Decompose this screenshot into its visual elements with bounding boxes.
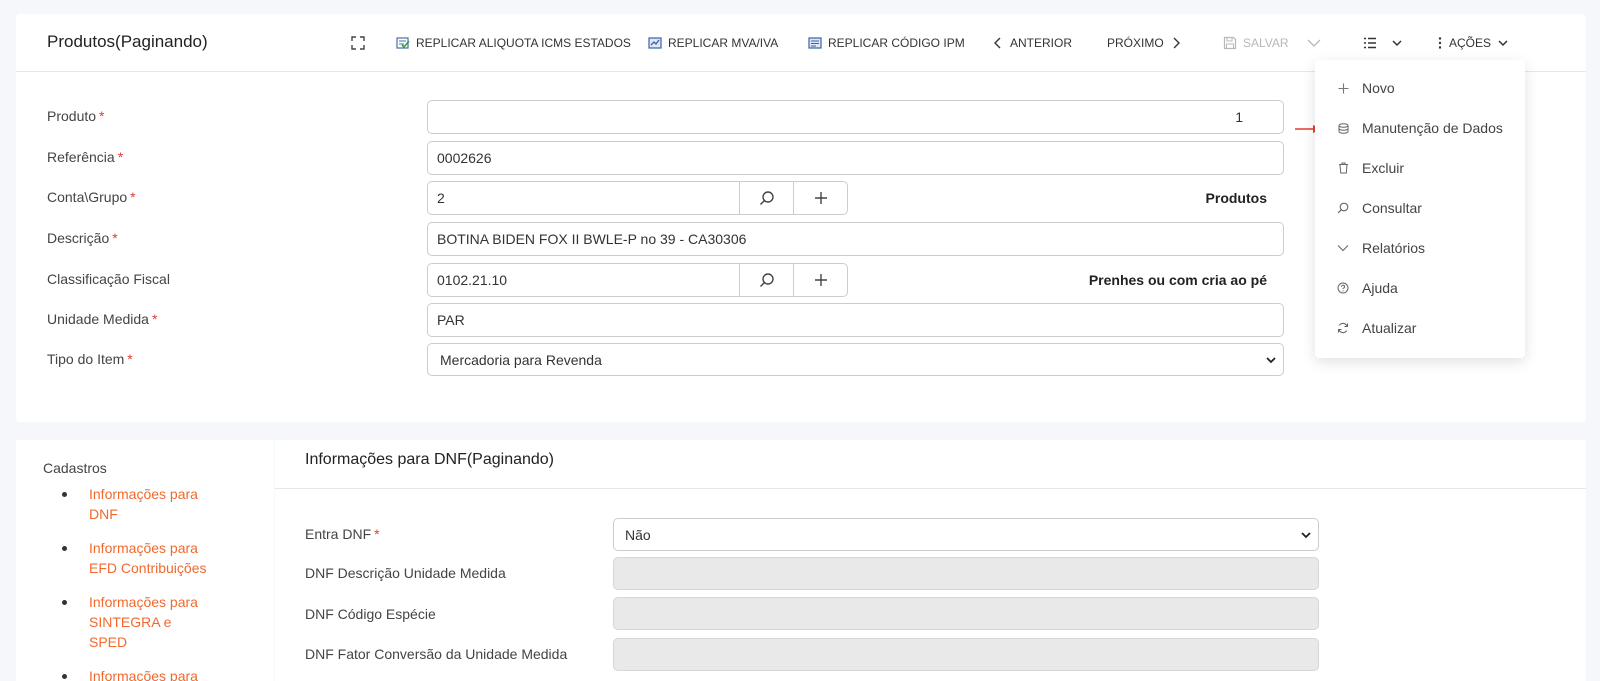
cadastro-link-more[interactable]: Informações para — [62, 666, 212, 681]
cadastros-list: Informações para DNF Informações para EF… — [62, 484, 212, 681]
anterior-label: ANTERIOR — [1010, 36, 1073, 50]
produto-label: Produto * — [47, 108, 105, 124]
replicar-mva-label: REPLICAR MVA/IVA — [668, 36, 779, 50]
dnf-descricao-unidade-label: DNF Descrição Unidade Medida — [305, 565, 506, 581]
menu-item-relatorios[interactable]: Relatórios — [1315, 233, 1525, 263]
menu-item-novo[interactable]: Novo — [1315, 73, 1525, 103]
referencia-label: Referência * — [47, 149, 124, 165]
chevron-down-icon — [1498, 40, 1508, 47]
descricao-label: Descrição * — [47, 230, 118, 246]
chevron-left-icon — [994, 37, 1001, 49]
menu-item-label: Atualizar — [1362, 320, 1417, 336]
classificacao-fiscal-search-button[interactable] — [739, 263, 794, 297]
dnf-codigo-especie-label: DNF Código Espécie — [305, 606, 436, 622]
anterior-button[interactable]: ANTERIOR — [992, 33, 1072, 53]
acoes-label: AÇÕES — [1449, 36, 1492, 50]
referencia-input[interactable]: 0002626 — [427, 141, 1284, 175]
conta-grupo-description: Produtos — [1205, 190, 1267, 206]
conta-grupo-label: Conta\Grupo * — [47, 189, 136, 205]
replicate-ipm-icon — [808, 37, 822, 49]
dnf-panel: Informações para DNF(Paginando) Entra DN… — [275, 440, 1586, 681]
cadastro-link-dnf[interactable]: Informações para DNF — [62, 484, 212, 524]
replicar-mva-button[interactable]: REPLICAR MVA/IVA — [648, 33, 778, 53]
menu-item-label: Relatórios — [1362, 240, 1426, 256]
menu-item-label: Ajuda — [1362, 280, 1398, 296]
plus-icon — [814, 274, 827, 286]
tipo-item-value: Mercadoria para Revenda — [440, 351, 602, 368]
acoes-button[interactable]: AÇÕES — [1437, 33, 1509, 53]
unidade-medida-input[interactable]: PAR — [427, 303, 1284, 337]
dnf-header: Informações para DNF(Paginando) — [275, 440, 1586, 489]
menu-item-atualizar[interactable]: Atualizar — [1315, 313, 1525, 343]
replicar-icms-label: REPLICAR ALIQUOTA ICMS ESTADOS — [416, 36, 631, 50]
plus-icon — [1336, 81, 1350, 95]
view-mode-button[interactable] — [1363, 33, 1403, 53]
replicar-ipm-button[interactable]: REPLICAR CÓDIGO IPM — [808, 33, 965, 53]
chevron-down-icon — [1266, 356, 1276, 363]
conta-grupo-search-button[interactable] — [739, 181, 794, 215]
list-icon — [1364, 37, 1376, 49]
proximo-button[interactable]: PRÓXIMO — [1107, 33, 1182, 53]
entra-dnf-value: Não — [625, 526, 651, 543]
cadastro-link-efd[interactable]: Informações para EFD Contribuições — [62, 538, 212, 578]
entra-dnf-select[interactable]: Não — [613, 518, 1319, 551]
menu-item-manutencao-dados[interactable]: Manutenção de Dados — [1315, 113, 1525, 143]
cadastros-title: Cadastros — [43, 460, 107, 476]
replicate-icms-icon — [396, 37, 410, 49]
salvar-button[interactable]: SALVAR — [1223, 33, 1289, 53]
replicar-icms-button[interactable]: REPLICAR ALIQUOTA ICMS ESTADOS — [396, 33, 631, 53]
fullscreen-icon — [351, 36, 365, 50]
dnf-codigo-especie-input[interactable] — [613, 597, 1319, 630]
salvar-label: SALVAR — [1243, 36, 1289, 50]
chevron-down-icon — [1301, 531, 1311, 538]
help-icon — [1336, 281, 1350, 295]
classificacao-fiscal-input[interactable]: 0102.21.10 — [427, 263, 749, 297]
menu-item-consultar[interactable]: Consultar — [1315, 193, 1525, 223]
dnf-fator-conversao-input[interactable] — [613, 638, 1319, 671]
search-icon — [759, 273, 774, 288]
classificacao-fiscal-add-button[interactable] — [793, 263, 848, 297]
conta-grupo-input[interactable]: 2 — [427, 181, 749, 215]
descricao-input[interactable]: BOTINA BIDEN FOX II BWLE-P no 39 - CA303… — [427, 222, 1284, 256]
save-icon — [1223, 36, 1237, 50]
dnf-title: Informações para DNF(Paginando) — [305, 451, 555, 468]
unidade-medida-label: Unidade Medida * — [47, 311, 158, 327]
entra-dnf-label: Entra DNF * — [305, 526, 380, 542]
tipo-item-label: Tipo do Item * — [47, 351, 133, 367]
cadastros-panel: Cadastros Informações para DNF Informaçõ… — [16, 440, 274, 681]
conta-grupo-add-button[interactable] — [793, 181, 848, 215]
menu-item-label: Consultar — [1362, 200, 1422, 216]
menu-item-ajuda[interactable]: Ajuda — [1315, 273, 1525, 303]
acoes-dropdown-menu: Novo Manutenção de Dados Excluir Consult… — [1315, 60, 1525, 358]
menu-item-label: Manutenção de Dados — [1362, 120, 1503, 136]
classificacao-fiscal-description: Prenhes ou com cria ao pé — [1088, 272, 1267, 288]
refresh-icon — [1336, 321, 1350, 335]
chevron-right-icon — [1173, 37, 1180, 49]
database-icon — [1336, 121, 1350, 135]
search-icon — [759, 191, 774, 206]
menu-item-label: Excluir — [1362, 160, 1405, 176]
salvar-options-toggle[interactable] — [1307, 33, 1321, 53]
chevron-down-icon — [1392, 40, 1402, 47]
trash-icon — [1336, 161, 1350, 175]
search-icon — [1336, 201, 1350, 215]
proximo-label: PRÓXIMO — [1107, 36, 1164, 50]
menu-item-excluir[interactable]: Excluir — [1315, 153, 1525, 183]
menu-item-label: Novo — [1362, 80, 1395, 96]
chevron-down-icon — [1336, 241, 1350, 255]
dnf-fator-conversao-label: DNF Fator Conversão da Unidade Medida — [305, 646, 568, 662]
replicar-ipm-label: REPLICAR CÓDIGO IPM — [828, 36, 965, 50]
classificacao-fiscal-label: Classificação Fiscal — [47, 271, 170, 287]
chevron-down-icon — [1307, 39, 1321, 47]
kebab-menu-icon — [1438, 37, 1442, 49]
tipo-item-select[interactable]: Mercadoria para Revenda — [427, 343, 1284, 376]
replicate-mva-icon — [648, 37, 662, 49]
fullscreen-button[interactable] — [351, 33, 365, 53]
cadastro-link-sintegra[interactable]: Informações para SINTEGRA e SPED — [62, 592, 212, 652]
plus-icon — [814, 192, 827, 204]
dnf-descricao-unidade-input[interactable] — [613, 557, 1319, 590]
produto-input[interactable]: 1 — [427, 100, 1284, 134]
